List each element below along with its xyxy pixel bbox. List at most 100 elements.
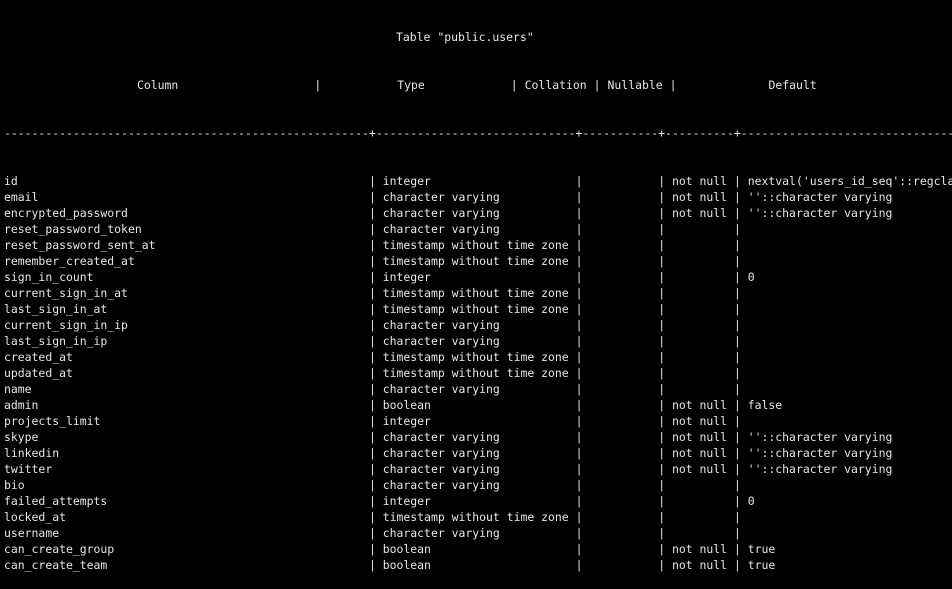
table-row: current_sign_in_ip | character varying |… xyxy=(4,317,952,333)
row-column-name: twitter xyxy=(4,462,369,476)
row-column-name: can_create_team xyxy=(4,558,369,572)
column-separator: | xyxy=(575,494,583,508)
table-separator: ----------------------------------------… xyxy=(4,126,952,140)
row-type: integer xyxy=(375,270,576,284)
column-separator: | xyxy=(368,174,376,188)
column-separator: | xyxy=(575,510,583,524)
column-separator: | xyxy=(658,494,666,508)
row-column-name: last_sign_in_ip xyxy=(4,334,369,348)
column-separator: | xyxy=(575,558,583,572)
row-type: character varying xyxy=(375,430,576,444)
row-default: 0 xyxy=(740,494,755,508)
table-row: last_sign_in_at | timestamp without time… xyxy=(4,301,952,317)
column-separator: | xyxy=(575,446,583,460)
column-separator: | xyxy=(733,318,741,332)
column-separator: | xyxy=(733,302,741,316)
column-separator: | xyxy=(733,350,741,364)
column-separator: | xyxy=(368,254,376,268)
row-column-name: id xyxy=(4,174,369,188)
row-default xyxy=(741,222,748,236)
column-separator: | xyxy=(733,430,741,444)
row-default: 0 xyxy=(740,270,755,284)
column-separator: | xyxy=(368,302,376,316)
column-separator: | xyxy=(368,526,376,540)
column-separator: | xyxy=(733,462,741,476)
column-separator: | xyxy=(368,222,376,236)
row-collation xyxy=(582,238,658,252)
row-type: timestamp without time zone xyxy=(375,254,576,268)
row-nullable xyxy=(665,318,734,332)
table-row: linkedin | character varying | | not nul… xyxy=(4,445,952,461)
table-row: projects_limit | integer | | not null | xyxy=(4,413,952,429)
row-collation xyxy=(582,302,658,316)
row-column-name: sign_in_count xyxy=(4,270,369,284)
row-collation xyxy=(582,478,658,492)
row-nullable xyxy=(665,222,734,236)
row-default: ''::character varying xyxy=(740,462,893,476)
column-separator: | xyxy=(733,254,741,268)
column-separator: | xyxy=(733,366,741,380)
row-nullable: not null xyxy=(665,446,734,460)
row-column-name: failed_attempts xyxy=(4,494,369,508)
column-separator: | xyxy=(368,190,376,204)
row-collation xyxy=(582,382,658,396)
row-default xyxy=(741,382,748,396)
row-type: character varying xyxy=(375,222,576,236)
table-row: reset_password_token | character varying… xyxy=(4,221,952,237)
row-default xyxy=(741,334,748,348)
column-separator: | xyxy=(368,350,376,364)
row-default xyxy=(741,366,748,380)
column-separator: | xyxy=(658,526,666,540)
column-separator: | xyxy=(368,206,376,220)
row-nullable xyxy=(665,302,734,316)
row-type: boolean xyxy=(375,542,576,556)
table-row: created_at | timestamp without time zone… xyxy=(4,349,952,365)
row-default: ''::character varying xyxy=(740,206,893,220)
column-separator: | xyxy=(733,542,741,556)
row-default xyxy=(741,350,748,364)
row-nullable: not null xyxy=(665,414,734,428)
column-separator: | xyxy=(733,414,741,428)
column-separator: | xyxy=(368,318,376,332)
table-row: can_create_group | boolean | | not null … xyxy=(4,541,952,557)
row-default: ''::character varying xyxy=(740,446,893,460)
row-collation xyxy=(582,510,658,524)
column-separator: | xyxy=(368,334,376,348)
row-type: character varying xyxy=(375,206,576,220)
row-nullable xyxy=(665,494,734,508)
row-type: character varying xyxy=(375,318,576,332)
row-default: true xyxy=(740,542,776,556)
row-type: timestamp without time zone xyxy=(375,302,576,316)
row-default xyxy=(741,478,748,492)
column-separator: | xyxy=(658,446,666,460)
row-collation xyxy=(582,270,658,284)
column-separator: | xyxy=(733,174,741,188)
row-type: character varying xyxy=(375,478,576,492)
column-separator: | xyxy=(733,478,741,492)
row-default xyxy=(741,318,748,332)
row-collation xyxy=(582,222,658,236)
row-nullable xyxy=(665,366,734,380)
row-default xyxy=(741,238,748,252)
row-collation xyxy=(582,366,658,380)
row-nullable xyxy=(665,478,734,492)
column-separator: | xyxy=(733,494,741,508)
row-collation xyxy=(582,542,658,556)
row-nullable: not null xyxy=(665,174,734,188)
column-separator: | xyxy=(368,366,376,380)
row-nullable: not null xyxy=(665,398,734,412)
row-nullable xyxy=(665,350,734,364)
row-default: ''::character varying xyxy=(740,190,893,204)
row-collation xyxy=(582,526,658,540)
row-column-name: last_sign_in_at xyxy=(4,302,369,316)
row-type: timestamp without time zone xyxy=(375,238,576,252)
column-separator: | xyxy=(575,478,583,492)
column-separator: | xyxy=(368,430,376,444)
column-separator: | xyxy=(575,542,583,556)
column-separator: | xyxy=(733,190,741,204)
row-collation xyxy=(582,414,658,428)
row-type: character varying xyxy=(375,446,576,460)
row-column-name: remember_created_at xyxy=(4,254,369,268)
row-collation xyxy=(582,462,658,476)
row-column-name: linkedin xyxy=(4,446,369,460)
